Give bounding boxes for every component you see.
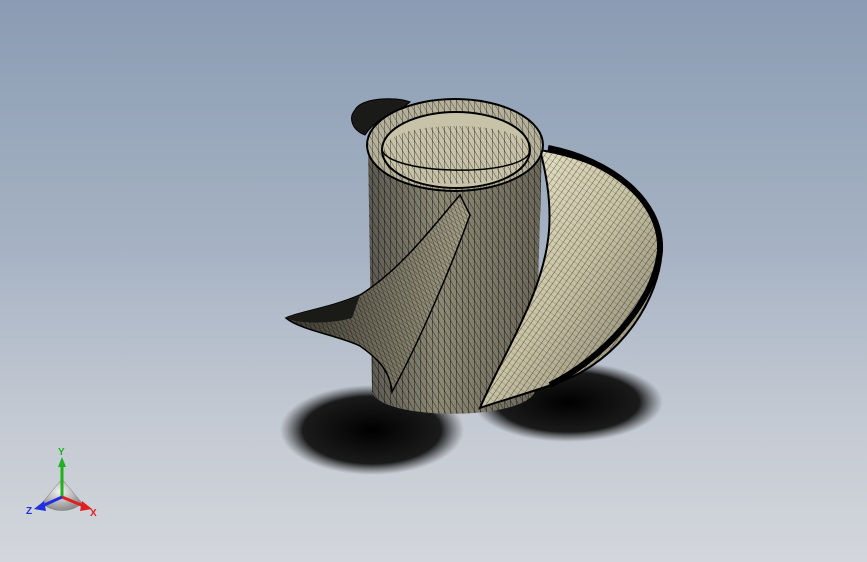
graphics-viewport[interactable]: Y X Z [0, 0, 867, 562]
z-axis-label: Z [26, 506, 32, 517]
axis-triad[interactable]: Y X Z [20, 445, 110, 525]
propeller-model[interactable] [0, 0, 867, 562]
y-axis-label: Y [58, 447, 65, 458]
x-axis-label: X [90, 508, 97, 519]
